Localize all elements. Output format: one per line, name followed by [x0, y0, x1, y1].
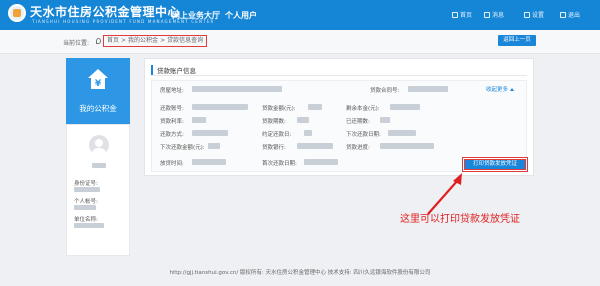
bank-label: 贷款银行:	[262, 145, 286, 151]
annotation-text: 这里可以打印贷款发放凭证	[400, 214, 520, 225]
logout-link-label: 退出	[568, 12, 581, 19]
gear-icon	[524, 11, 530, 18]
redacted-id	[74, 187, 100, 192]
account-label: 还款账号:	[160, 106, 184, 112]
first-date-label: 首次还款日期:	[262, 161, 297, 167]
bank-value	[297, 143, 333, 149]
home-link-label: 首页	[460, 12, 473, 19]
loan-info-panel: 贷款账户信息 房屋地址: 贷款合同号: 收起更多 还款账号: 贷款金额(元): …	[144, 58, 534, 176]
next-amount-label: 下次还款金额(元):	[160, 145, 205, 151]
message-link[interactable]: 消息	[484, 10, 504, 19]
breadcrumb-separator: >	[160, 37, 166, 44]
breadcrumb-my-fund[interactable]: 我的公积金	[128, 36, 158, 46]
message-link-label: 消息	[492, 12, 505, 19]
account-number-label: 个人帐号:	[74, 199, 98, 205]
sidebar-my-fund[interactable]: ¥ 我的公积金	[66, 58, 130, 124]
location-pin-icon	[96, 38, 101, 44]
paid-terms-value	[380, 117, 390, 123]
first-date-value	[304, 159, 338, 165]
section-title: 贷款账户信息	[151, 65, 196, 75]
logout-link[interactable]: 退出	[560, 10, 580, 19]
top-header: 天水市住房公积金管理中心 TIANSHUI HOUSING PROVIDENT …	[0, 0, 600, 30]
loan-info-box: 房屋地址: 贷款合同号: 收起更多 还款账号: 贷款金额(元): 剩余本金(元)…	[151, 80, 528, 172]
next-date-label: 下次还款日期:	[346, 132, 381, 138]
breadcrumb-home[interactable]: 首页	[107, 36, 119, 46]
term-label: 贷款期数:	[262, 119, 286, 125]
avatar	[89, 135, 109, 155]
loan-date-value	[192, 159, 226, 165]
contract-label: 贷款合同号:	[370, 88, 400, 94]
rate-label: 贷款利率:	[160, 119, 184, 125]
method-label: 还款方式:	[160, 132, 184, 138]
breadcrumb-label: 当前位置:	[63, 40, 90, 47]
due-day-value	[304, 130, 312, 136]
method-value	[192, 130, 228, 136]
footer-copyright: http://gjj.tianshui.gov.cn/ 版权所有: 天水住房公积…	[169, 270, 431, 276]
print-loan-voucher-button[interactable]: 打印贷款发放凭证	[462, 157, 528, 172]
unit-name-label: 单位名称:	[74, 217, 98, 223]
progress-value	[380, 143, 434, 149]
progress-label: 贷款进度:	[346, 145, 370, 151]
remaining-label: 剩余本金(元):	[346, 106, 380, 112]
breadcrumb-separator: >	[121, 37, 127, 44]
contract-value	[408, 86, 448, 92]
next-date-value	[388, 130, 416, 136]
amount-label: 贷款金额(元):	[262, 106, 296, 112]
message-icon	[484, 11, 490, 18]
due-day-label: 约定还款日:	[262, 132, 292, 138]
settings-link[interactable]: 设置	[524, 10, 544, 19]
user-profile-panel: 身份证号: 个人帐号: 单位名称:	[66, 124, 130, 256]
account-value	[192, 104, 248, 110]
redacted-account	[74, 205, 96, 210]
remaining-value	[390, 104, 420, 110]
svg-text:¥: ¥	[95, 79, 102, 89]
breadcrumb: 首页 > 我的公积金 > 贷款信息查询	[103, 35, 208, 47]
rate-value	[192, 117, 206, 123]
brand-title: 天水市住房公积金管理中心	[30, 5, 181, 19]
collapse-more-label: 收起更多	[486, 87, 509, 93]
nav-personal-user[interactable]: 个人用户	[225, 10, 257, 21]
address-label: 房屋地址:	[160, 88, 184, 94]
back-button[interactable]: 返回上一页	[498, 35, 536, 46]
collapse-more-toggle[interactable]: 收起更多	[486, 85, 515, 93]
loan-date-label: 放贷时间:	[160, 161, 184, 167]
home-icon	[452, 11, 458, 18]
paid-terms-label: 已还期数:	[346, 119, 370, 125]
sidebar-card-title: 我的公积金	[79, 104, 117, 113]
house-yen-icon: ¥	[87, 68, 109, 90]
logout-icon	[560, 11, 566, 18]
divider	[151, 75, 527, 76]
redacted-name	[92, 163, 106, 168]
address-value	[192, 86, 282, 92]
caret-up-icon	[510, 87, 515, 91]
settings-link-label: 设置	[532, 12, 545, 19]
amount-value	[308, 104, 322, 110]
logo-icon	[8, 4, 26, 22]
home-link[interactable]: 首页	[452, 10, 472, 19]
breadcrumb-current: 贷款信息查询	[167, 37, 204, 44]
redacted-unit	[74, 223, 104, 228]
term-value	[297, 117, 309, 123]
id-number-label: 身份证号:	[74, 181, 98, 187]
next-amount-value	[208, 143, 220, 149]
nav-online-hall[interactable]: 网上业务大厅	[172, 10, 220, 21]
